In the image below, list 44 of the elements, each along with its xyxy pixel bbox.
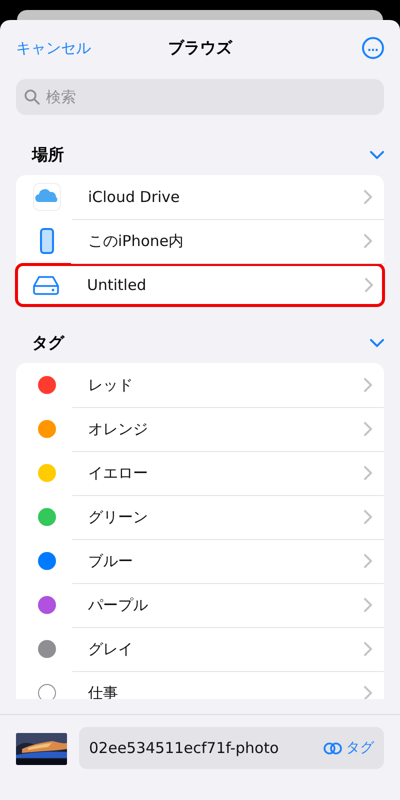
filename-field[interactable]: 02ee534511ecf71f-photo タグ [79, 727, 384, 769]
location-label: Untitled [87, 276, 148, 294]
location-row[interactable]: このiPhone内 [16, 219, 384, 263]
tag-row[interactable]: レッド [16, 363, 384, 407]
filename-text: 02ee534511ecf71f-photo [89, 739, 280, 757]
chevron-icon [364, 642, 372, 656]
section-title: 場所 [32, 144, 64, 166]
tag-row[interactable]: オレンジ [16, 407, 384, 451]
location-label: iCloud Drive [88, 188, 181, 206]
cloud-icon [33, 183, 61, 211]
sheet-title: ブラウズ [168, 38, 232, 58]
tag-label: グリーン [88, 508, 149, 526]
chevron-icon [365, 278, 373, 292]
tag-label: ブルー [88, 552, 134, 570]
section-title: タグ [32, 332, 64, 354]
phone-icon [40, 228, 54, 254]
chevron-icon [364, 510, 372, 524]
location-row[interactable]: Untitled [15, 263, 385, 307]
chevron-icon [364, 686, 372, 699]
chevron-icon [364, 190, 372, 204]
chevron-icon [364, 598, 372, 612]
location-row[interactable]: iCloud Drive [16, 175, 384, 219]
chevron-icon [364, 422, 372, 436]
chevron-icon [364, 554, 372, 568]
chevron-icon [364, 466, 372, 480]
chevron-icon [364, 234, 372, 248]
tag-row[interactable]: グリーン [16, 495, 384, 539]
search-field[interactable]: 検索 [16, 79, 384, 115]
drive-icon [33, 275, 59, 295]
location-label: このiPhone内 [88, 232, 185, 250]
tag-icon [323, 742, 343, 754]
tag-row[interactable]: ブルー [16, 539, 384, 583]
tag-row[interactable]: イエロー [16, 451, 384, 495]
collapse-chevron-icon[interactable] [370, 150, 384, 160]
tag-label: イエロー [88, 464, 149, 482]
tag-row[interactable]: グレイ [16, 627, 384, 671]
tag-label: レッド [88, 376, 134, 394]
chevron-icon [364, 378, 372, 392]
tag-label: オレンジ [88, 420, 149, 438]
tag-row[interactable]: パープル [16, 583, 384, 627]
tag-label: グレイ [88, 640, 134, 658]
collapse-chevron-icon[interactable] [370, 338, 384, 348]
search-icon [24, 89, 40, 105]
tag-label: パープル [88, 596, 149, 614]
